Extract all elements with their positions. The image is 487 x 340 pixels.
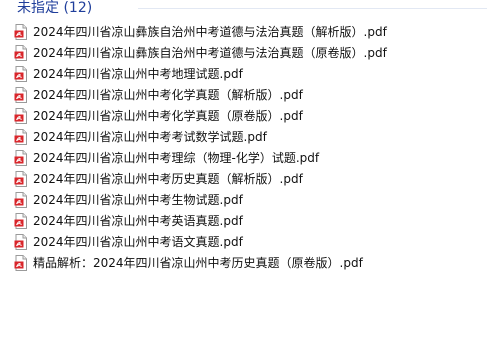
group-separator-line [138,8,487,9]
pdf-file-icon [14,213,27,229]
pdf-file-icon [14,87,27,103]
file-name: 2024年四川省凉山州中考英语真题.pdf [33,214,243,228]
file-item[interactable]: 2024年四川省凉山彝族自治州中考道德与法治真题（原卷版）.pdf [14,43,387,63]
pdf-file-icon [14,234,27,250]
file-name: 精品解析：2024年四川省凉山州中考历史真题（原卷版）.pdf [33,256,363,270]
file-item[interactable]: 2024年四川省凉山州中考理综（物理-化学）试题.pdf [14,148,319,168]
file-item[interactable]: 2024年四川省凉山州中考化学真题（原卷版）.pdf [14,106,303,126]
file-name: 2024年四川省凉山州中考化学真题（解析版）.pdf [33,88,303,102]
file-name: 2024年四川省凉山州中考理综（物理-化学）试题.pdf [33,151,320,165]
file-name: 2024年四川省凉山彝族自治州中考道德与法治真题（原卷版）.pdf [33,46,387,60]
file-item[interactable]: 2024年四川省凉山州中考地理试题.pdf [14,64,243,84]
pdf-file-icon [14,192,27,208]
file-item[interactable]: 2024年四川省凉山州中考历史真题（解析版）.pdf [14,169,303,189]
pdf-file-icon [14,255,27,271]
file-name: 2024年四川省凉山州中考地理试题.pdf [33,67,243,81]
file-item[interactable]: 精品解析：2024年四川省凉山州中考历史真题（原卷版）.pdf [14,253,363,273]
file-name: 2024年四川省凉山州中考化学真题（原卷版）.pdf [33,109,303,123]
group-header-unspecified[interactable]: 未指定 (12) [0,0,487,17]
file-name: 2024年四川省凉山州中考历史真题（解析版）.pdf [33,172,303,186]
file-item[interactable]: 2024年四川省凉山州中考考试数学试题.pdf [14,127,267,147]
file-item[interactable]: 2024年四川省凉山彝族自治州中考道德与法治真题（解析版）.pdf [14,22,387,42]
file-item[interactable]: 2024年四川省凉山州中考化学真题（解析版）.pdf [14,85,303,105]
file-name: 2024年四川省凉山州中考生物试题.pdf [33,193,243,207]
file-name: 2024年四川省凉山州中考考试数学试题.pdf [33,130,267,144]
file-item[interactable]: 2024年四川省凉山州中考英语真题.pdf [14,211,243,231]
file-item[interactable]: 2024年四川省凉山州中考生物试题.pdf [14,190,243,210]
pdf-file-icon [14,45,27,61]
file-item[interactable]: 2024年四川省凉山州中考语文真题.pdf [14,232,243,252]
pdf-file-icon [14,24,27,40]
file-name: 2024年四川省凉山州中考语文真题.pdf [33,235,243,249]
file-name: 2024年四川省凉山彝族自治州中考道德与法治真题（解析版）.pdf [33,25,387,39]
pdf-file-icon [14,129,27,145]
pdf-file-icon [14,66,27,82]
pdf-file-icon [14,171,27,187]
group-title: 未指定 (12) [17,0,93,16]
pdf-file-icon [14,150,27,166]
pdf-file-icon [14,108,27,124]
